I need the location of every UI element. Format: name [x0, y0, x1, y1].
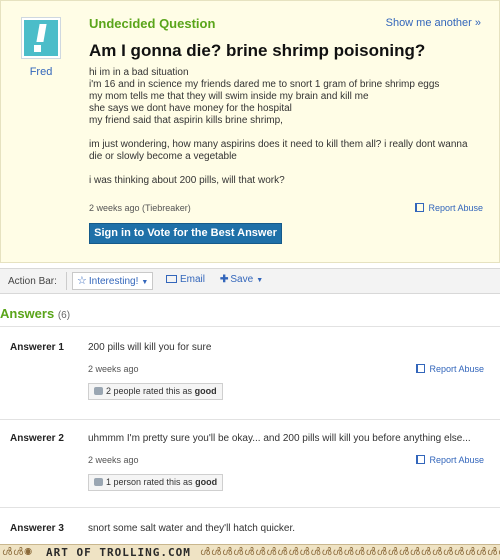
answer-text: 200 pills will kill you for sure: [88, 342, 212, 353]
question-body: hi im in a bad situation i'm 16 and in s…: [89, 67, 489, 187]
email-button[interactable]: Email: [162, 272, 209, 290]
exclamation-icon: [24, 20, 58, 56]
divider: [0, 326, 500, 327]
show-another-link[interactable]: Show me another »: [386, 17, 481, 29]
question-report-abuse[interactable]: Report Abuse: [415, 203, 483, 213]
answerer-name[interactable]: Answerer 1: [10, 342, 64, 353]
thumbs-up-icon: [94, 478, 103, 486]
star-icon: ☆: [77, 275, 87, 287]
rating-word: good: [194, 386, 217, 396]
question-body-line: im just wondering, how many aspirins doe…: [89, 139, 468, 150]
question-status-label: Undecided Question: [89, 16, 216, 31]
rating-badge[interactable]: 1 person rated this as good: [88, 474, 224, 491]
watermark-footer: ൾൾ◉ ART OF TROLLING.COM ൾൾൾൾൾൾൾൾൾൾൾൾൾൾൾൾ…: [0, 544, 500, 560]
rating-badge[interactable]: 2 people rated this as good: [88, 383, 223, 400]
thumbs-up-icon: [94, 387, 103, 395]
ornament-icon: ൾൾൾൾൾൾൾൾൾൾൾൾൾൾൾൾൾൾൾൾൾൾൾൾൾൾൾൾൾൾൾ: [200, 547, 500, 558]
action-bar: Action Bar: ☆ Interesting! ▼ Email ✚ Save ▼: [0, 268, 500, 294]
question-body-line: she says we dont have money for the hosp…: [89, 103, 292, 114]
save-button[interactable]: ✚ Save ▼: [216, 272, 267, 290]
report-abuse-label: Report Abuse: [429, 455, 484, 465]
answer-text: uhmmm I'm pretty sure you'll be okay... …: [88, 433, 471, 444]
action-bar-label: Action Bar:: [8, 276, 57, 287]
answer-item: Answerer 2 uhmmm I'm pretty sure you'll …: [0, 433, 500, 493]
rating-text: 2 people rated this as: [106, 386, 193, 396]
answerer-name[interactable]: Answerer 3: [10, 523, 64, 534]
question-body-line: my friend said that aspirin kills brine …: [89, 115, 283, 126]
answerer-name[interactable]: Answerer 2: [10, 433, 64, 444]
envelope-icon: [166, 275, 177, 283]
rating-text: 1 person rated this as: [106, 477, 193, 487]
plus-icon: ✚: [220, 274, 229, 285]
answers-count: (6): [57, 310, 71, 321]
asker-name[interactable]: Fred: [21, 66, 61, 78]
answer-report-abuse[interactable]: Report Abuse: [416, 364, 484, 374]
chevron-down-icon: ▼: [256, 277, 264, 284]
chevron-down-icon: ▼: [141, 279, 149, 286]
report-abuse-label: Report Abuse: [429, 364, 484, 374]
answer-item: Answerer 3 snort some salt water and the…: [0, 523, 500, 539]
question-title: Am I gonna die? brine shrimp poisoning?: [89, 41, 426, 60]
question-panel: Fred Undecided Question Show me another …: [0, 0, 500, 263]
save-label: Save: [230, 274, 254, 285]
question-body-line: hi im in a bad situation: [89, 67, 189, 78]
sign-in-vote-button[interactable]: Sign in to Vote for the Best Answer: [89, 223, 282, 244]
divider: [0, 419, 500, 420]
answer-item: Answerer 1 200 pills will kill you for s…: [0, 342, 500, 402]
asker-avatar[interactable]: [21, 17, 61, 59]
flag-icon: [415, 203, 425, 212]
answer-report-abuse[interactable]: Report Abuse: [416, 455, 484, 465]
ornament-icon: ൾൾ◉: [2, 547, 34, 558]
answers-heading: Answers (6): [0, 306, 70, 321]
divider: [0, 507, 500, 508]
question-body-line: my mom tells me that they will swim insi…: [89, 91, 369, 102]
rating-word: good: [195, 477, 218, 487]
question-body-line: die or slowly become a vegetable: [89, 151, 237, 162]
interesting-button[interactable]: ☆ Interesting! ▼: [72, 272, 154, 290]
question-body-line: i was thinking about 200 pills, will tha…: [89, 175, 285, 186]
answer-timestamp: 2 weeks ago: [88, 455, 139, 465]
answer-timestamp: 2 weeks ago: [88, 364, 139, 374]
answers-heading-label: Answers: [0, 306, 55, 321]
question-meta: 2 weeks ago (Tiebreaker): [89, 203, 191, 213]
email-label: Email: [180, 274, 206, 285]
answer-text: snort some salt water and they'll hatch …: [88, 523, 296, 534]
report-abuse-label: Report Abuse: [428, 203, 483, 213]
flag-icon: [416, 364, 426, 373]
question-body-line: i'm 16 and in science my friends dared m…: [89, 79, 440, 90]
flag-icon: [416, 455, 426, 464]
watermark-brand: ART OF TROLLING.COM: [46, 546, 191, 559]
interesting-label: Interesting!: [88, 276, 139, 287]
action-bar-divider: [66, 272, 67, 290]
